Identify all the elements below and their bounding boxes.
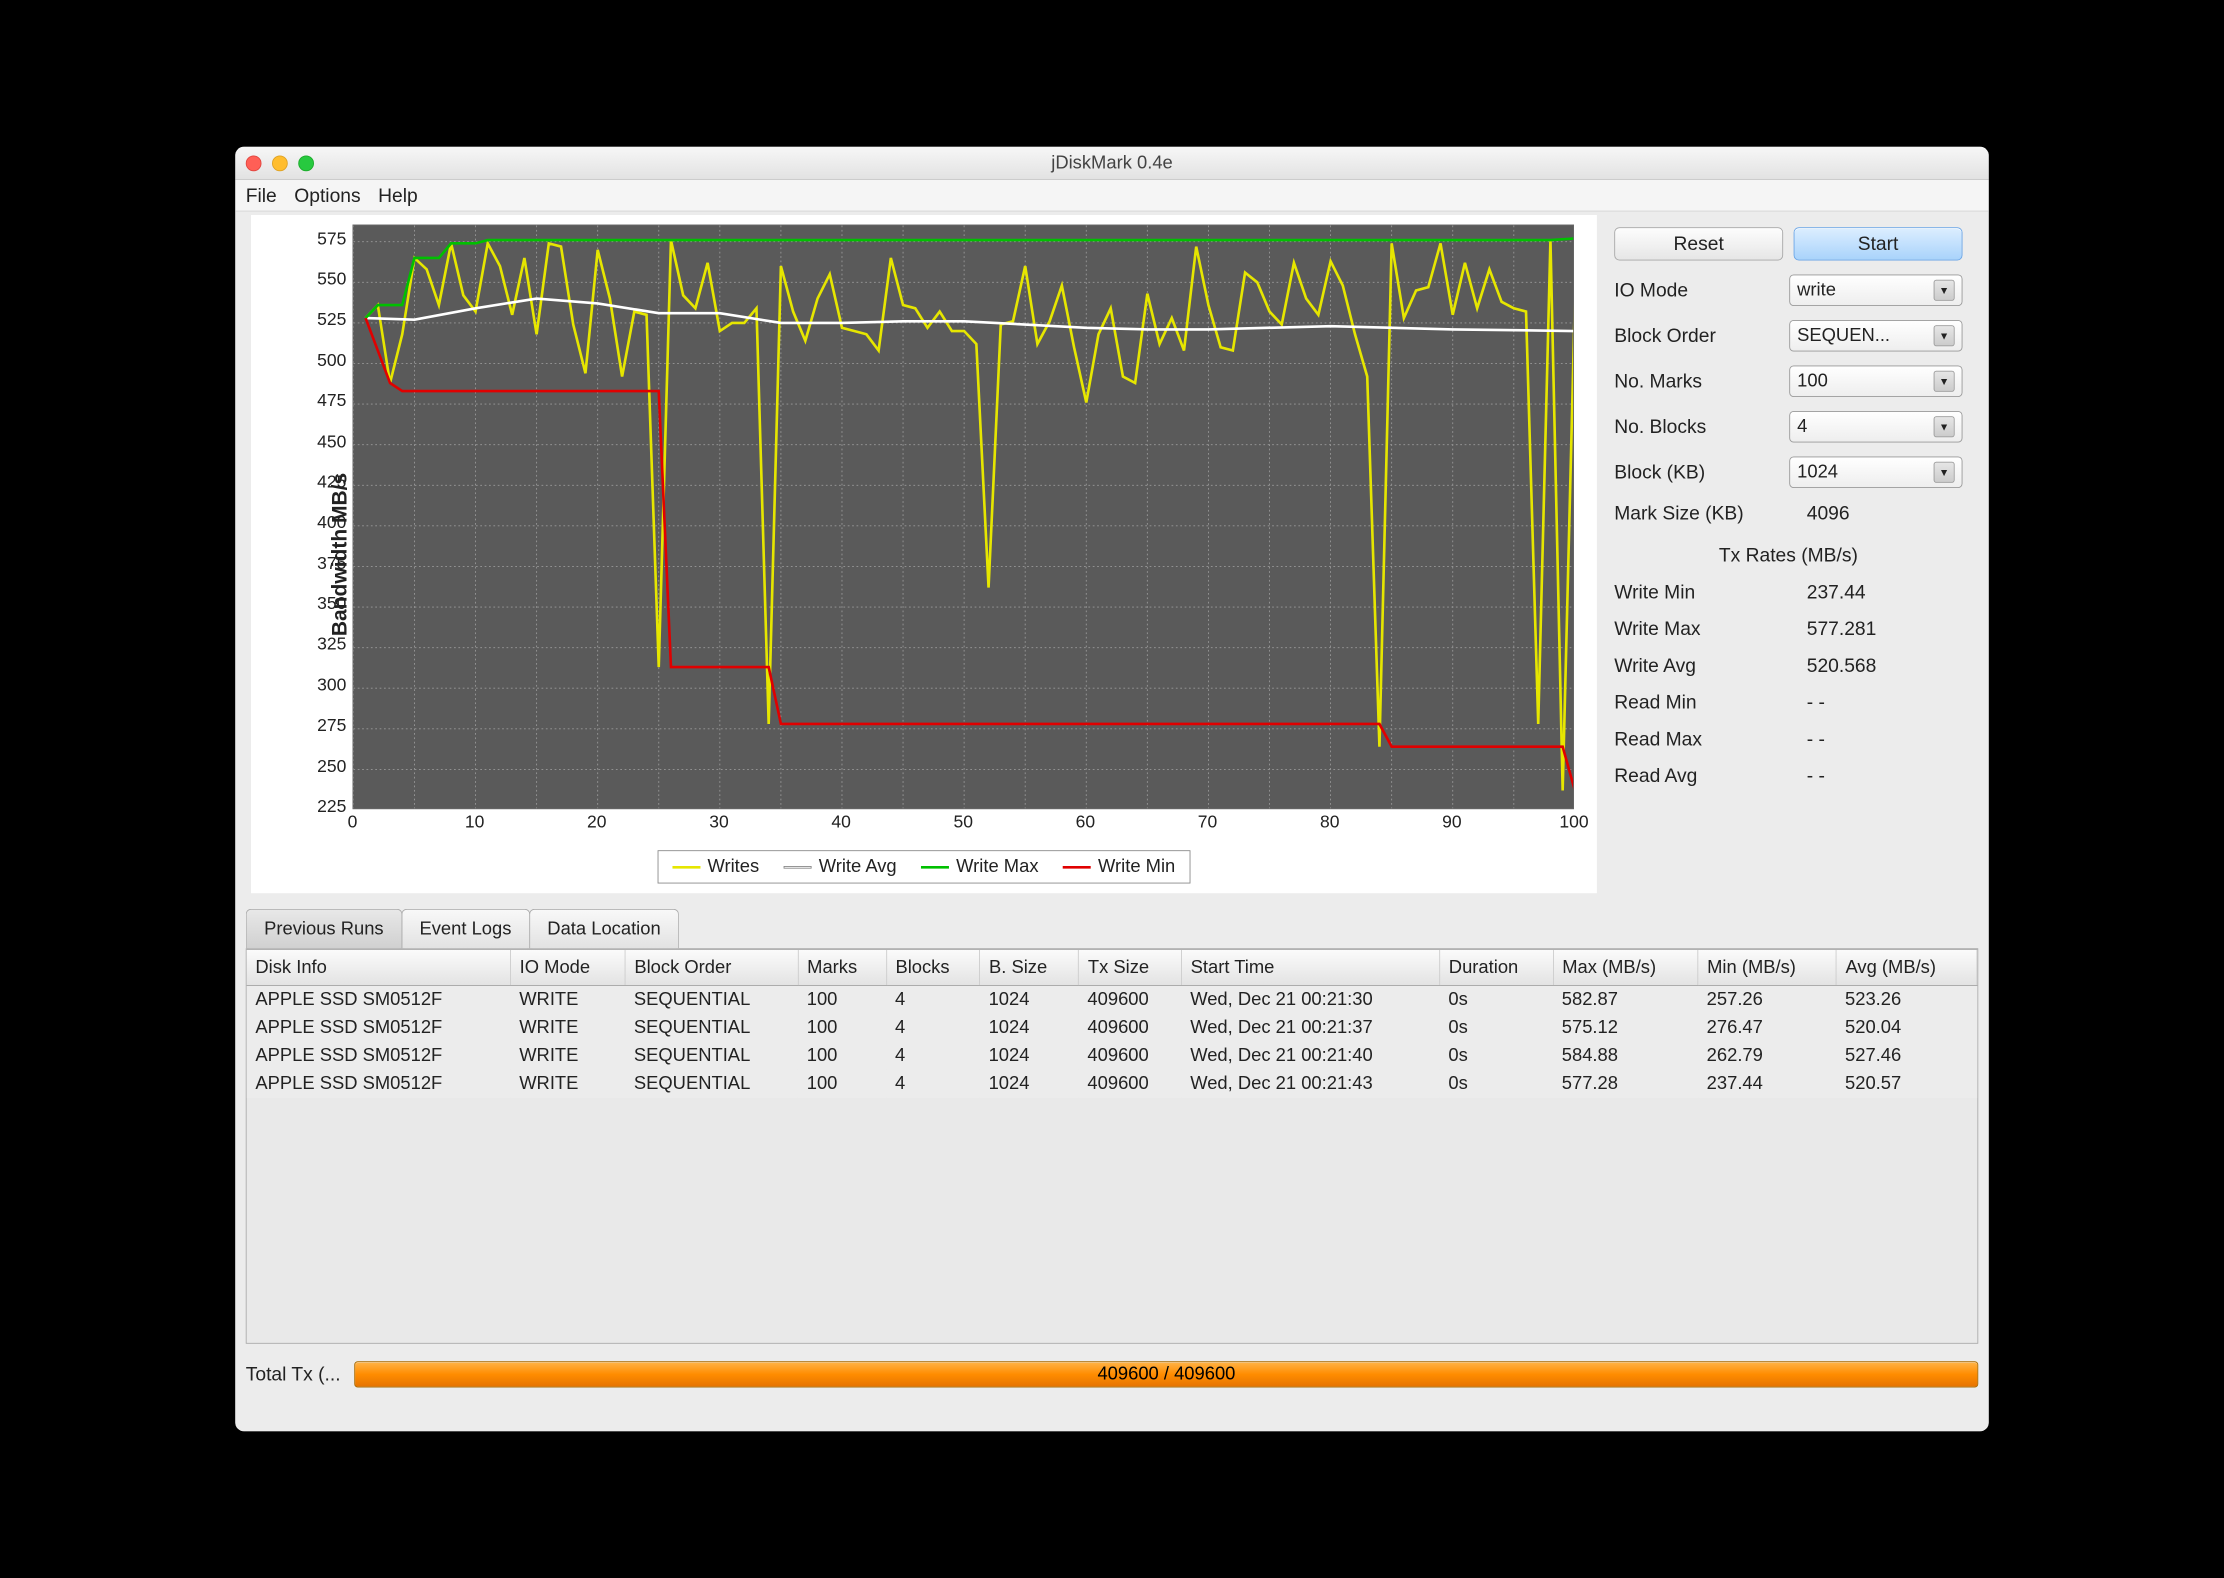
io-mode-label: IO Mode — [1614, 279, 1789, 302]
column-header[interactable]: Disk Info — [247, 950, 511, 985]
column-header[interactable]: Marks — [798, 950, 886, 985]
tabs: Previous Runs Event Logs Data Location — [246, 909, 1979, 949]
table-row[interactable]: APPLE SSD SM0512FWRITESEQUENTIAL10041024… — [247, 1042, 1977, 1070]
chevron-down-icon: ▼ — [1934, 280, 1955, 301]
no-marks-select[interactable]: 100▼ — [1789, 366, 1962, 398]
chevron-down-icon: ▼ — [1934, 416, 1955, 437]
zoom-icon[interactable] — [298, 156, 314, 172]
read-avg-label: Read Avg — [1614, 765, 1807, 788]
menu-help[interactable]: Help — [378, 184, 418, 207]
write-avg-value: 520.568 — [1807, 654, 1877, 677]
mark-size-label: Mark Size (KB) — [1614, 502, 1807, 525]
column-header[interactable]: Blocks — [886, 950, 980, 985]
close-icon[interactable] — [246, 156, 262, 172]
column-header[interactable]: B. Size — [980, 950, 1079, 985]
chart-plot-area — [353, 225, 1575, 810]
column-header[interactable]: Tx Size — [1079, 950, 1182, 985]
read-max-value: - - — [1807, 728, 1825, 751]
menu-options[interactable]: Options — [294, 184, 360, 207]
block-kb-label: Block (KB) — [1614, 461, 1789, 484]
table-row[interactable]: APPLE SSD SM0512FWRITESEQUENTIAL10041024… — [247, 1014, 1977, 1042]
progress-footer: Total Tx (... 409600 / 409600 — [246, 1361, 1979, 1387]
controls-panel: Reset Start IO Mode write▼ Block Order S… — [1597, 215, 1973, 893]
legend-write-min: Write Min — [1098, 856, 1175, 877]
tab-previous-runs[interactable]: Previous Runs — [246, 909, 402, 948]
write-avg-label: Write Avg — [1614, 654, 1807, 677]
legend-write-max: Write Max — [956, 856, 1038, 877]
read-min-label: Read Min — [1614, 691, 1807, 714]
block-order-select[interactable]: SEQUEN...▼ — [1789, 320, 1962, 352]
column-header[interactable]: Min (MB/s) — [1698, 950, 1836, 985]
read-avg-value: - - — [1807, 765, 1825, 788]
block-kb-select[interactable]: 1024▼ — [1789, 457, 1962, 489]
bandwidth-chart: Bandwidth MB/s 2252502753003253503754004… — [251, 215, 1597, 893]
no-marks-label: No. Marks — [1614, 370, 1789, 393]
column-header[interactable]: Max (MB/s) — [1553, 950, 1698, 985]
column-header[interactable]: IO Mode — [510, 950, 625, 985]
progress-label: Total Tx (... — [246, 1363, 341, 1386]
chevron-down-icon: ▼ — [1934, 325, 1955, 346]
window-title: jDiskMark 0.4e — [235, 152, 1989, 173]
chevron-down-icon: ▼ — [1934, 371, 1955, 392]
table-row[interactable]: APPLE SSD SM0512FWRITESEQUENTIAL10041024… — [247, 1070, 1977, 1098]
column-header[interactable]: Duration — [1440, 950, 1553, 985]
chart-legend: Writes Write Avg Write Max Write Min — [658, 850, 1191, 883]
table-row[interactable]: APPLE SSD SM0512FWRITESEQUENTIAL10041024… — [247, 985, 1977, 1013]
column-header[interactable]: Block Order — [625, 950, 798, 985]
column-header[interactable]: Avg (MB/s) — [1836, 950, 1977, 985]
read-max-label: Read Max — [1614, 728, 1807, 751]
no-blocks-label: No. Blocks — [1614, 415, 1789, 438]
app-window: jDiskMark 0.4e File Options Help Bandwid… — [235, 147, 1989, 1432]
write-max-value: 577.281 — [1807, 618, 1877, 641]
chevron-down-icon: ▼ — [1934, 462, 1955, 483]
titlebar: jDiskMark 0.4e — [235, 147, 1989, 180]
start-button[interactable]: Start — [1794, 227, 1963, 260]
tab-event-logs[interactable]: Event Logs — [401, 909, 530, 948]
write-min-value: 237.44 — [1807, 581, 1866, 604]
menubar: File Options Help — [235, 180, 1989, 212]
read-min-value: - - — [1807, 691, 1825, 714]
block-order-label: Block Order — [1614, 324, 1789, 347]
mark-size-value: 4096 — [1807, 502, 1850, 525]
legend-writes: Writes — [707, 856, 759, 877]
write-max-label: Write Max — [1614, 618, 1807, 641]
menu-file[interactable]: File — [246, 184, 277, 207]
window-controls — [246, 156, 314, 172]
no-blocks-select[interactable]: 4▼ — [1789, 411, 1962, 443]
tx-rates-title: Tx Rates (MB/s) — [1614, 544, 1962, 567]
reset-button[interactable]: Reset — [1614, 227, 1783, 260]
write-min-label: Write Min — [1614, 581, 1807, 604]
progress-text: 409600 / 409600 — [1097, 1364, 1235, 1385]
legend-write-avg: Write Avg — [819, 856, 897, 877]
progress-bar: 409600 / 409600 — [355, 1361, 1979, 1387]
runs-table: Disk InfoIO ModeBlock OrderMarksBlocksB.… — [246, 949, 1979, 1344]
io-mode-select[interactable]: write▼ — [1789, 275, 1962, 307]
minimize-icon[interactable] — [272, 156, 288, 172]
y-ticks: 2252502753003253503754004254504755005255… — [301, 223, 350, 808]
tab-data-location[interactable]: Data Location — [529, 909, 679, 948]
column-header[interactable]: Start Time — [1181, 950, 1439, 985]
